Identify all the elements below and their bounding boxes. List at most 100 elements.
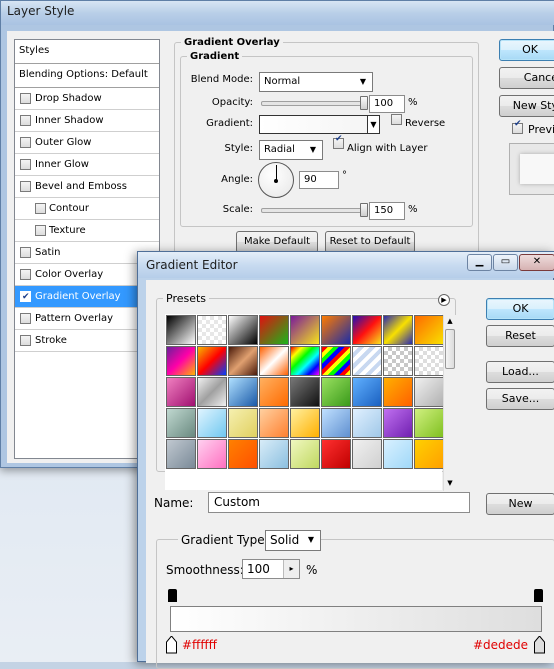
preset-swatch[interactable] — [228, 315, 258, 345]
preset-swatch[interactable] — [383, 439, 413, 469]
chevron-down-icon[interactable]: ▼ — [367, 116, 379, 133]
scroll-up-icon[interactable]: ▲ — [444, 315, 456, 327]
align-with-layer-checkbox[interactable] — [333, 134, 344, 149]
reset-to-default-button[interactable]: Reset to Default — [325, 231, 415, 253]
gradient-type-select[interactable]: Solid ▼ — [265, 530, 321, 551]
smoothness-input[interactable]: 100 ▸ — [242, 559, 300, 579]
preset-swatch[interactable] — [383, 408, 413, 438]
style-item-checkbox[interactable] — [20, 247, 31, 258]
blending-options-item[interactable]: Blending Options: Default — [15, 64, 159, 88]
style-item-checkbox[interactable] — [20, 287, 31, 308]
presets-menu-icon[interactable]: ▶ — [438, 294, 450, 306]
style-select[interactable]: Radial ▼ — [259, 140, 323, 160]
angle-dial[interactable] — [258, 162, 294, 198]
opacity-slider[interactable] — [261, 96, 368, 110]
style-item-checkbox[interactable] — [35, 225, 46, 236]
style-item-checkbox[interactable] — [20, 269, 31, 280]
preset-swatch[interactable] — [383, 377, 413, 407]
preset-swatch[interactable] — [383, 346, 413, 376]
smoothness-stepper-icon[interactable]: ▸ — [283, 560, 299, 578]
preset-swatch[interactable] — [290, 377, 320, 407]
layer-style-titlebar[interactable]: Layer Style — [1, 1, 554, 25]
preset-swatch[interactable] — [290, 346, 320, 376]
opacity-input[interactable]: 100 — [369, 95, 405, 113]
angle-input[interactable]: 90 — [299, 171, 339, 189]
style-item[interactable]: Bevel and Emboss — [15, 176, 159, 198]
preset-swatch[interactable] — [228, 439, 258, 469]
gradient-editor-titlebar[interactable]: Gradient Editor ▁ ▭ ✕ — [138, 252, 554, 278]
scrollbar-thumb[interactable] — [445, 329, 455, 369]
style-item-checkbox[interactable] — [20, 159, 31, 170]
preset-swatch[interactable] — [259, 346, 289, 376]
scale-slider[interactable] — [261, 203, 368, 217]
blend-mode-select[interactable]: Normal ▼ — [259, 72, 373, 92]
save-button[interactable]: Save... — [486, 388, 554, 410]
close-button[interactable]: ✕ — [519, 254, 554, 271]
gradient-preview-bar[interactable] — [170, 606, 542, 632]
preset-swatch[interactable] — [321, 377, 351, 407]
preset-swatch[interactable] — [352, 315, 382, 345]
preset-swatch[interactable] — [166, 377, 196, 407]
preview-checkbox[interactable] — [512, 119, 523, 134]
preset-swatch[interactable] — [166, 315, 196, 345]
preset-swatch[interactable] — [383, 315, 413, 345]
new-gradient-button[interactable]: New — [486, 493, 554, 515]
preset-swatch[interactable] — [290, 439, 320, 469]
style-item-checkbox[interactable] — [20, 335, 31, 346]
color-stop-right[interactable] — [534, 635, 545, 654]
preset-swatch[interactable] — [259, 439, 289, 469]
preset-swatch[interactable] — [197, 315, 227, 345]
preset-swatch[interactable] — [352, 439, 382, 469]
preset-swatch[interactable] — [259, 377, 289, 407]
preset-swatch[interactable] — [228, 377, 258, 407]
preset-swatch[interactable] — [352, 408, 382, 438]
preset-swatch[interactable] — [197, 377, 227, 407]
preset-swatch[interactable] — [197, 439, 227, 469]
preset-swatch[interactable] — [166, 346, 196, 376]
load-button[interactable]: Load... — [486, 361, 554, 383]
style-item-checkbox[interactable] — [35, 203, 46, 214]
opacity-stop-right[interactable] — [534, 589, 543, 602]
minimize-button[interactable]: ▁ — [467, 254, 492, 271]
preset-swatch[interactable] — [414, 439, 444, 469]
ok-button[interactable]: OK — [486, 298, 554, 320]
styles-header[interactable]: Styles — [15, 40, 159, 64]
style-item[interactable]: Drop Shadow — [15, 88, 159, 110]
preset-swatch[interactable] — [259, 408, 289, 438]
maximize-button[interactable]: ▭ — [493, 254, 518, 271]
preset-swatch[interactable] — [414, 346, 444, 376]
preset-swatch[interactable] — [414, 408, 444, 438]
style-item[interactable]: Contour — [15, 198, 159, 220]
preset-swatch[interactable] — [352, 346, 382, 376]
preset-swatch[interactable] — [414, 377, 444, 407]
preset-swatch[interactable] — [290, 408, 320, 438]
style-item-checkbox[interactable] — [20, 93, 31, 104]
gradient-picker[interactable]: ▼ — [259, 115, 380, 134]
opacity-slider-thumb[interactable] — [360, 96, 368, 110]
preset-swatch[interactable] — [290, 315, 320, 345]
preset-swatch[interactable] — [228, 408, 258, 438]
preset-swatch[interactable] — [321, 346, 351, 376]
style-item-checkbox[interactable] — [20, 115, 31, 126]
presets-scrollbar[interactable]: ▲ ▼ — [443, 315, 456, 491]
preset-swatch[interactable] — [352, 377, 382, 407]
style-item[interactable]: Inner Shadow — [15, 110, 159, 132]
style-item-checkbox[interactable] — [20, 313, 31, 324]
preset-swatch[interactable] — [321, 408, 351, 438]
preset-swatch[interactable] — [166, 408, 196, 438]
preset-swatch[interactable] — [259, 315, 289, 345]
opacity-stop-left[interactable] — [168, 589, 177, 602]
style-item[interactable]: Texture — [15, 220, 159, 242]
reset-button[interactable]: Reset — [486, 325, 554, 347]
preset-swatch[interactable] — [228, 346, 258, 376]
style-item[interactable]: Inner Glow — [15, 154, 159, 176]
style-item[interactable]: Outer Glow — [15, 132, 159, 154]
color-stop-left[interactable] — [166, 635, 177, 654]
style-item-checkbox[interactable] — [20, 137, 31, 148]
preset-swatch[interactable] — [321, 439, 351, 469]
scroll-down-icon[interactable]: ▼ — [444, 477, 456, 489]
style-item-checkbox[interactable] — [20, 181, 31, 192]
cancel-button[interactable]: Cance — [499, 67, 554, 89]
name-input[interactable]: Custom — [208, 492, 470, 513]
reverse-checkbox[interactable] — [391, 114, 402, 125]
